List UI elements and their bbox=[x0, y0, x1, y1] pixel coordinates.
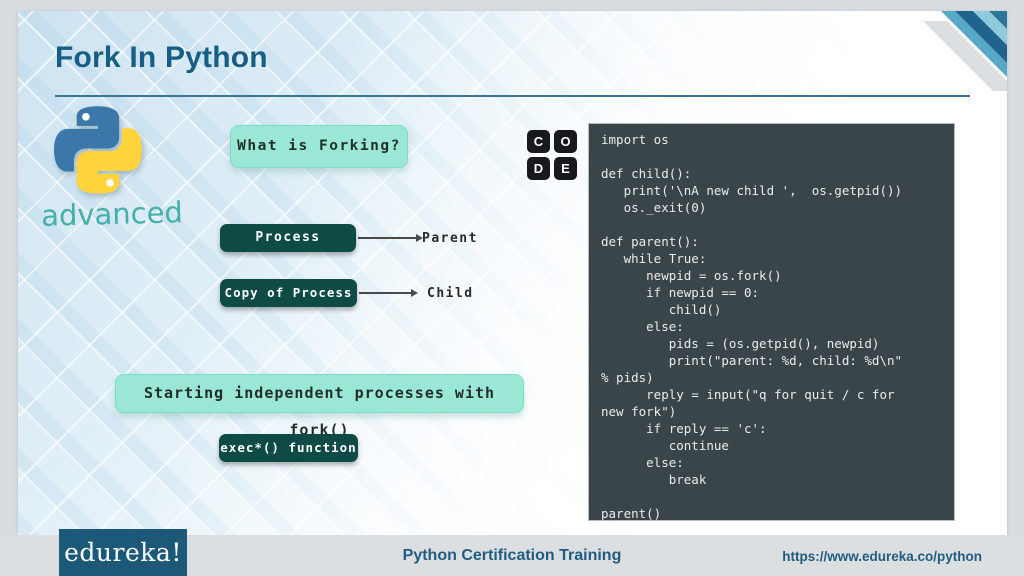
arrow-right-icon bbox=[359, 292, 411, 294]
corner-decoration-icon bbox=[917, 11, 1007, 91]
slide-canvas: Fork In Python advanced What is Forking?… bbox=[18, 11, 1007, 535]
copy-of-process-box: Copy of Process bbox=[220, 279, 357, 307]
process-box: Process bbox=[220, 224, 356, 252]
advanced-label: advanced bbox=[24, 195, 201, 234]
python-logo-icon bbox=[54, 106, 142, 194]
title-underline bbox=[55, 95, 970, 97]
what-is-forking-callout: What is Forking? bbox=[230, 125, 408, 168]
child-label: Child bbox=[427, 286, 474, 301]
fork-statement-callout: Starting independent processes with fork… bbox=[115, 374, 524, 413]
code-content: import os def child(): print('\nA new ch… bbox=[589, 124, 954, 522]
page-title: Fork In Python bbox=[55, 41, 268, 75]
code-icon-tile: C bbox=[527, 130, 550, 153]
edureka-logo: edureka! bbox=[59, 529, 187, 576]
exec-function-box: exec*() function bbox=[219, 434, 358, 462]
course-title: Python Certification Training bbox=[403, 547, 622, 565]
code-icon: C O D E bbox=[527, 130, 577, 180]
code-panel: import os def child(): print('\nA new ch… bbox=[588, 123, 955, 521]
code-icon-tile: O bbox=[554, 130, 577, 153]
parent-label: Parent bbox=[422, 231, 478, 246]
presentation-stage: Fork In Python advanced What is Forking?… bbox=[0, 0, 1024, 576]
code-icon-tile: D bbox=[527, 157, 550, 180]
course-url-link[interactable]: https://www.edureka.co/python bbox=[782, 549, 982, 564]
arrow-right-icon bbox=[358, 237, 416, 239]
code-icon-tile: E bbox=[554, 157, 577, 180]
